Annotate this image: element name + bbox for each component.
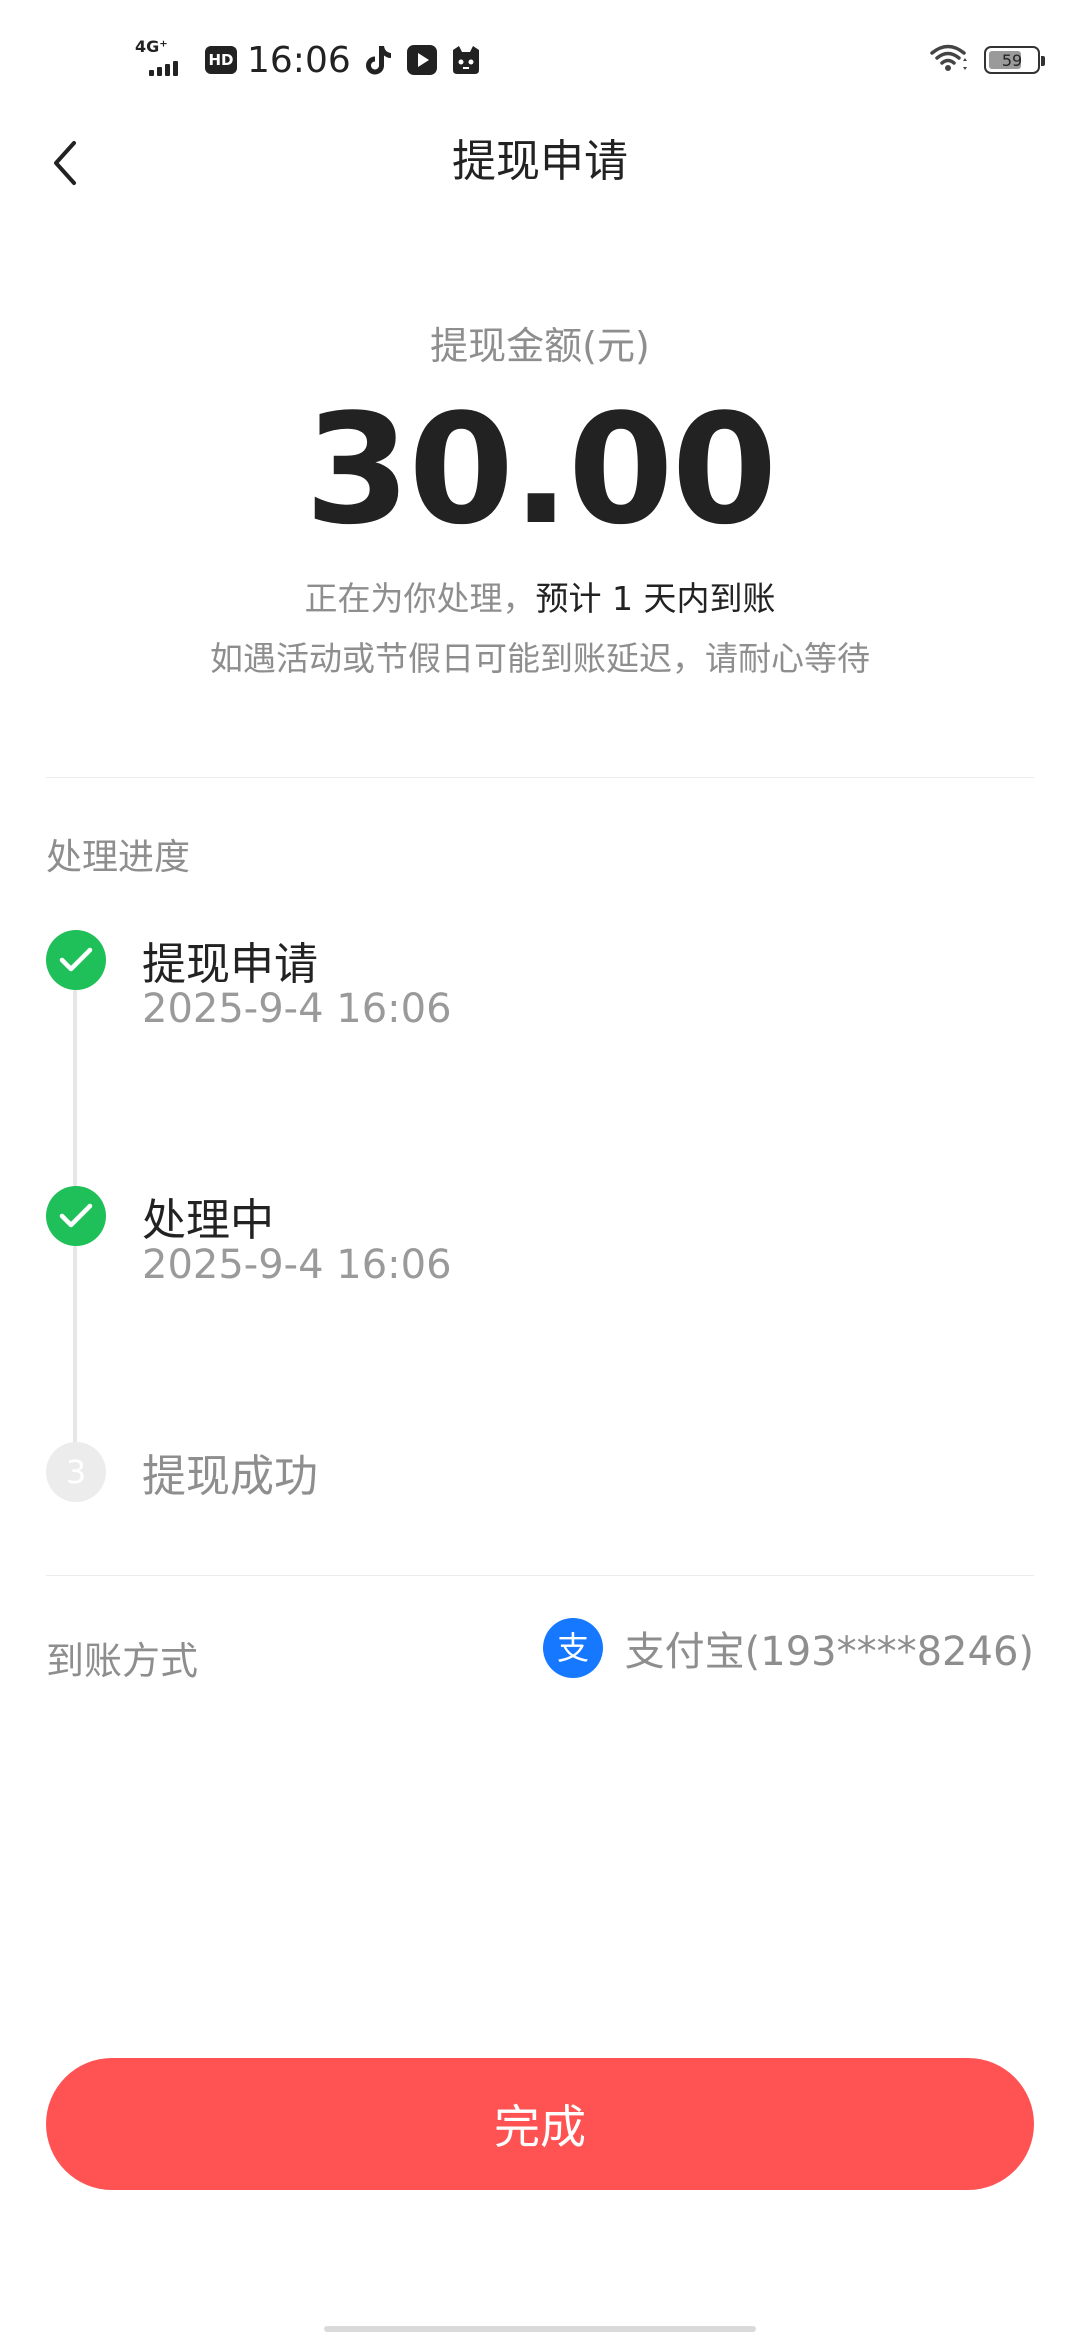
status-left: 4G⁺ HD 16:06	[135, 36, 483, 84]
step-number-badge: 3	[46, 1442, 106, 1502]
delay-note: 如遇活动或节假日可能到账延迟，请耐心等待	[210, 639, 870, 678]
step-done-check-icon	[46, 1186, 106, 1246]
step-title: 提现成功	[142, 1451, 318, 1502]
home-indicator[interactable]	[324, 2326, 756, 2332]
video-app-icon	[405, 43, 439, 77]
done-button[interactable]: 完成	[46, 2058, 1034, 2190]
page-title: 提现申请	[452, 136, 628, 187]
network-type: 4G⁺	[135, 37, 168, 56]
step-time: 2025-9-4 16:06	[142, 986, 452, 1032]
step-done-check-icon	[46, 930, 106, 990]
arrival-estimate: 预计 1 天内到账	[535, 579, 776, 618]
payment-method-label: 到账方式	[46, 1639, 199, 1683]
status-time: 16:06	[247, 39, 351, 81]
divider	[46, 1575, 1034, 1576]
amount-label: 提现金额(元)	[430, 324, 650, 368]
step-title: 提现申请	[142, 939, 318, 990]
battery-level: 59	[1001, 50, 1023, 70]
payment-method: 支 支付宝(193****8246)	[542, 1618, 1034, 1678]
step-time: 2025-9-4 16:06	[142, 1242, 452, 1288]
processing-note: 正在为你处理，预计 1 天内到账	[0, 572, 1080, 620]
alipay-icon: 支	[542, 1618, 603, 1678]
processing-note-prefix: 正在为你处理，	[304, 579, 536, 618]
hd-badge-icon: HD	[205, 46, 237, 74]
step-title: 处理中	[142, 1195, 274, 1246]
amount-value: 30.00	[304, 381, 778, 558]
tiktok-icon	[361, 43, 395, 77]
divider	[46, 777, 1034, 778]
wifi-icon	[928, 43, 968, 77]
progress-title: 处理进度	[46, 837, 191, 878]
alipay-glyph: 支	[557, 1629, 589, 1667]
cat-app-icon	[449, 43, 483, 77]
cellular-signal-icon: 4G⁺	[135, 37, 195, 80]
payment-account: 支付宝(193****8246)	[624, 1629, 1034, 1675]
status-bar: 4G⁺ HD 16:06 59	[0, 0, 1080, 120]
status-right: 59	[928, 40, 1045, 80]
battery-icon: 59	[984, 46, 1045, 74]
